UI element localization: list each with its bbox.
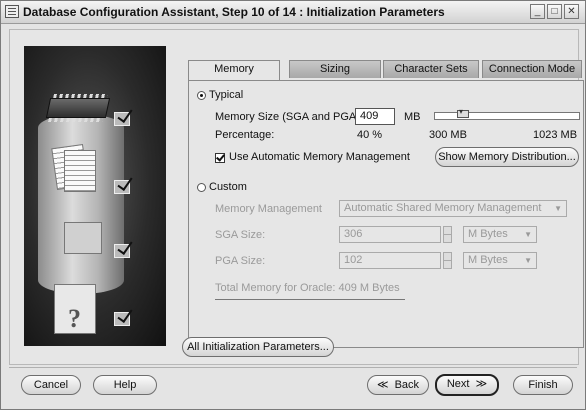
custom-label: Custom xyxy=(209,181,247,193)
chevron-down-icon: ▼ xyxy=(524,230,532,239)
checkmark-icon xyxy=(114,244,130,258)
back-button[interactable]: ≪ Back xyxy=(367,375,429,395)
sga-size-input[interactable]: 306 xyxy=(339,226,441,243)
document-icon xyxy=(64,150,96,192)
memory-size-unit: MB xyxy=(404,111,421,123)
slider-max-label: 1023 MB xyxy=(533,129,578,141)
next-arrow-icon: ≫ xyxy=(475,378,488,390)
help-button[interactable]: Help xyxy=(93,375,157,395)
checkmark-icon xyxy=(114,180,130,194)
memory-management-select[interactable]: Automatic Shared Memory Management ▼ xyxy=(339,200,567,217)
slider-min-label: 300 MB xyxy=(429,129,467,141)
maximize-button[interactable]: □ xyxy=(547,4,562,19)
memory-size-label: Memory Size (SGA and PGA): xyxy=(215,111,363,123)
wizard-illustration: ? xyxy=(24,46,166,346)
percentage-value: 40 % xyxy=(357,129,383,141)
checkmark-icon xyxy=(114,112,130,126)
back-arrow-icon: ≪ xyxy=(376,379,389,391)
sga-unit-value: M Bytes xyxy=(468,228,508,240)
show-memory-distribution-button[interactable]: Show Memory Distribution... xyxy=(435,147,579,167)
question-mark-icon: ? xyxy=(68,304,81,333)
typical-radio[interactable] xyxy=(197,91,206,100)
memory-size-input[interactable]: 409 xyxy=(355,108,395,125)
percentage-label: Percentage: xyxy=(215,129,275,141)
app-icon xyxy=(5,5,19,18)
chevron-down-icon: ▼ xyxy=(554,204,562,213)
chevron-down-icon: ▼ xyxy=(524,256,532,265)
sga-unit-select[interactable]: M Bytes ▼ xyxy=(463,226,537,243)
memory-panel: Typical Memory Size (SGA and PGA): 409 M… xyxy=(188,80,584,348)
pga-unit-select[interactable]: M Bytes ▼ xyxy=(463,252,537,269)
wizard-content: ? Memory Sizing Character Sets Connectio… xyxy=(9,29,584,365)
pga-unit-value: M Bytes xyxy=(468,254,508,266)
tab-sizing[interactable]: Sizing xyxy=(289,60,381,78)
database-cylinder-icon xyxy=(38,114,124,294)
memory-chip-icon xyxy=(45,98,111,118)
title-bar[interactable]: Database Configuration Assistant, Step 1… xyxy=(1,1,585,24)
dbca-window: Database Configuration Assistant, Step 1… xyxy=(0,0,586,410)
total-memory-text: Total Memory for Oracle: 409 M Bytes xyxy=(215,282,400,294)
next-label: Next xyxy=(446,378,470,390)
finish-button[interactable]: Finish xyxy=(513,375,573,395)
auto-memory-label: Use Automatic Memory Management xyxy=(229,151,410,163)
checkmark-icon xyxy=(114,312,130,326)
custom-radio[interactable] xyxy=(197,183,206,192)
tab-connection-mode[interactable]: Connection Mode xyxy=(482,60,582,78)
divider xyxy=(215,299,405,300)
calculator-icon xyxy=(64,222,102,254)
tab-memory[interactable]: Memory xyxy=(188,60,280,81)
pga-size-input[interactable]: 102 xyxy=(339,252,441,269)
slider-thumb[interactable] xyxy=(457,107,469,118)
pga-spinner[interactable] xyxy=(443,252,452,269)
pga-size-label: PGA Size: xyxy=(215,255,266,267)
tab-character-sets[interactable]: Character Sets xyxy=(383,60,479,78)
minimize-button[interactable]: _ xyxy=(530,4,545,19)
window-title: Database Configuration Assistant, Step 1… xyxy=(23,5,445,19)
cancel-button[interactable]: Cancel xyxy=(21,375,81,395)
back-label: Back xyxy=(394,379,420,391)
close-button[interactable]: ✕ xyxy=(564,4,579,19)
memory-slider[interactable] xyxy=(434,107,580,120)
memory-management-value: Automatic Shared Memory Management xyxy=(344,202,542,214)
all-initialization-parameters-button[interactable]: All Initialization Parameters... xyxy=(182,337,334,357)
typical-label: Typical xyxy=(209,89,244,101)
auto-memory-checkbox[interactable] xyxy=(215,153,225,163)
sga-spinner[interactable] xyxy=(443,226,452,243)
next-button[interactable]: Next ≫ xyxy=(435,374,499,396)
memory-management-label: Memory Management xyxy=(215,203,322,215)
footer-divider xyxy=(9,367,577,368)
sga-size-label: SGA Size: xyxy=(215,229,266,241)
